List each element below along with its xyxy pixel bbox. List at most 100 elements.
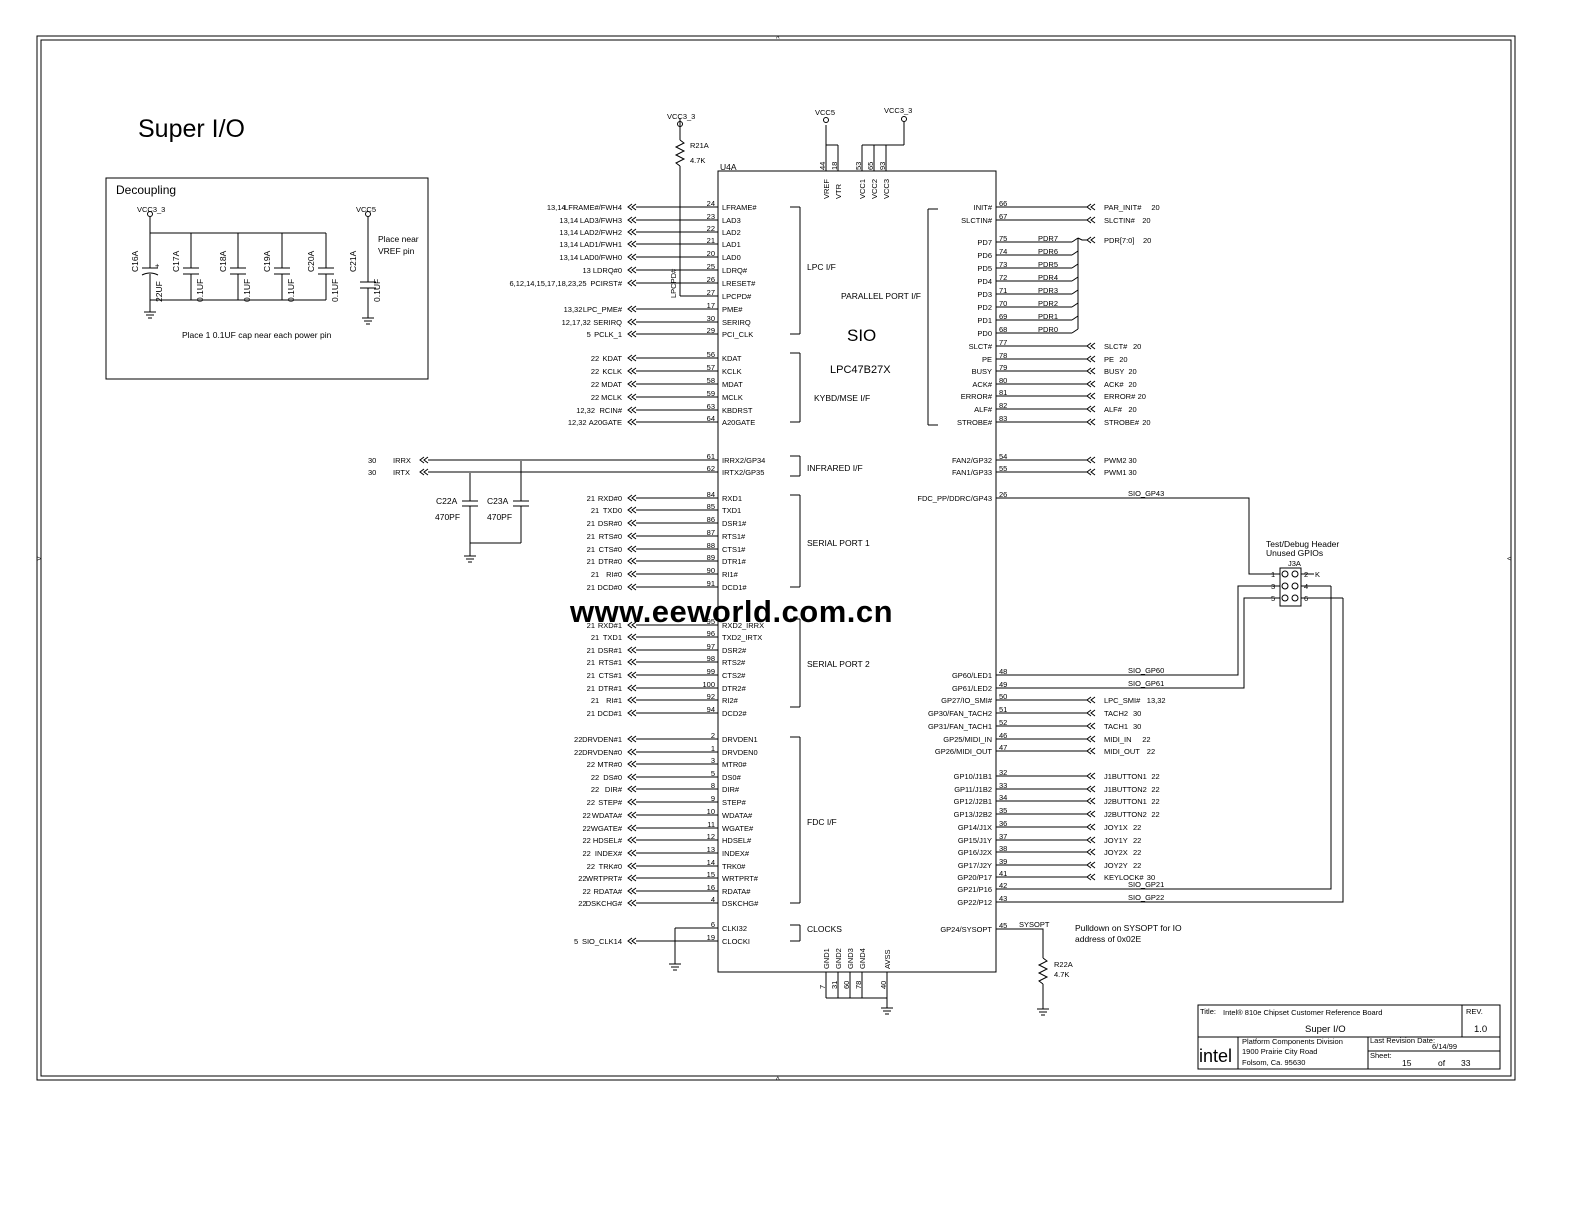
outer-border — [36, 35, 1516, 1081]
net-label: LAD2/FWH2 — [580, 228, 622, 237]
decoupling-note-near-1: Place near — [378, 234, 419, 244]
net-ref: 20 — [1119, 355, 1127, 364]
left-pin-row: RI2#92RI#121 — [591, 692, 739, 705]
top-rail-right: VCC3_3 — [884, 106, 912, 115]
right-pin-row: ERROR# 81 ERROR# 20 — [961, 388, 1146, 401]
right-pin-row: PD5 73 PDR5 — [977, 260, 1068, 273]
net-label: TACH2 — [1104, 709, 1128, 718]
left-pin-row: DSKCHG#4DSKCHG#22 — [578, 895, 759, 908]
pullup-value: 4.7K — [690, 156, 705, 165]
net-label: DSR#0 — [598, 519, 622, 528]
group-lpc: LPC I/F — [807, 262, 836, 272]
bottom-pin-number: 31 — [830, 981, 839, 989]
net-label: RDATA# — [594, 887, 623, 896]
net-ref: 22 — [1151, 797, 1159, 806]
net-label: HDSEL# — [593, 836, 623, 845]
header-pin — [1291, 570, 1299, 578]
decap-plus: + — [155, 261, 160, 270]
pin-name: DTR2# — [722, 684, 747, 693]
net-ref: 21 — [587, 658, 595, 667]
left-pin-row: DRVDEN12DRVDEN#122 — [574, 731, 758, 744]
decap-value: 0.1UF — [372, 279, 382, 302]
left-pin-row: RI1#90RI#021 — [591, 566, 739, 579]
tb-title: Intel® 810e Chipset Customer Reference B… — [1223, 1008, 1382, 1017]
right-pin-row: ACK# 80 ACK# 20 — [972, 376, 1136, 389]
net-ref: 20 — [1128, 367, 1136, 376]
net-label: PE — [1104, 355, 1114, 364]
pin-name: PME# — [722, 305, 743, 314]
bottom-pin-name: GND1 — [822, 948, 831, 969]
left-pin-row: LDRQ#25LDRQ#013 — [582, 262, 747, 275]
net-ref: 13,32 — [1147, 696, 1166, 705]
net-label: J1BUTTON2 — [1104, 785, 1147, 794]
net-ref: 22 — [587, 798, 595, 807]
net-ref: 22 — [1151, 810, 1159, 819]
pin-name: KCLK — [722, 367, 742, 376]
left-pin-row: DCD2#94DCD#121 — [587, 705, 748, 718]
net-label: WDATA# — [592, 811, 623, 820]
net-ref: 22 — [578, 874, 586, 883]
net-ref: 12,17,32 — [562, 318, 591, 327]
net-label: DS#0 — [603, 773, 622, 782]
border-marker-bottom: ^ — [776, 1075, 780, 1084]
pin-name: PD4 — [977, 277, 992, 286]
left-pin-row: SERIRQ30SERIRQ12,17,32 — [562, 314, 751, 327]
right-pin-row: PD6 74 PDR6 — [977, 247, 1068, 260]
right-pin-row: GP24/SYSOPT 45 SYSOPT — [940, 920, 1050, 934]
pin-name: MTR0# — [722, 760, 747, 769]
pin-name: DS0# — [722, 773, 742, 782]
left-pin-row: CLKI326 — [675, 920, 747, 933]
decap-ref: C16A — [130, 250, 140, 272]
left-pin-row: INDEX#13INDEX#22 — [582, 845, 749, 858]
intel-logo: intel — [1199, 1046, 1232, 1066]
left-pin-row: MDAT58MDAT22 — [591, 376, 743, 389]
top-pin: VREF 44 — [818, 145, 831, 199]
net-ref: 22 — [591, 393, 599, 402]
net-label: J2BUTTON1 — [1104, 797, 1147, 806]
bottom-pin: GND4 78 — [854, 948, 867, 998]
net-ref: 22 — [582, 824, 590, 833]
net-ref: 21 — [587, 684, 595, 693]
top-pin-name: VCC3 — [882, 179, 891, 199]
pin-name: ERROR# — [961, 392, 993, 401]
net-label: MIDI_OUT — [1104, 747, 1140, 756]
net-ref: 20 — [1151, 203, 1159, 212]
right-pin-row: GP30/FAN_TACH2 51 TACH2 30 — [928, 705, 1141, 718]
net-label: WGATE# — [591, 824, 623, 833]
net-ref: 22 — [574, 748, 582, 757]
left-pin-row: HDSEL#12HDSEL#22 — [582, 832, 752, 845]
net-label: LAD1/FWH1 — [580, 240, 622, 249]
net-ref: 22 — [1133, 823, 1141, 832]
net-label: TXD0 — [603, 506, 622, 515]
ir-cap-1-value: 470PF — [435, 512, 460, 522]
pin-name: LAD2 — [722, 228, 741, 237]
net-ref: 21 — [591, 633, 599, 642]
inner-border — [40, 39, 1512, 1077]
pin-name: TXD2_IRTX — [722, 633, 762, 642]
pin-name: DRVDEN0 — [722, 748, 758, 757]
group-kybd: KYBD/MSE I/F — [814, 393, 870, 403]
pin-name: LAD1 — [722, 240, 741, 249]
left-pin-row: MCLK59MCLK22 — [591, 389, 743, 402]
pin-name: CLKI32 — [722, 924, 747, 933]
group-fdc: FDC I/F — [807, 817, 837, 827]
pin-name: RI1# — [722, 570, 739, 579]
bottom-pin-name: AVSS — [883, 950, 892, 969]
right-pin-row: GP12/J2B1 34 J2BUTTON1 22 — [954, 793, 1160, 806]
pin-name: CTS1# — [722, 545, 746, 554]
net-label: SYSOPT — [1019, 920, 1050, 929]
pin-name: CLOCKI — [722, 937, 750, 946]
header-pin — [1291, 582, 1299, 590]
title-block: Title: Intel® 810e Chipset Customer Refe… — [1197, 1004, 1501, 1070]
pin-name: DIR# — [722, 785, 740, 794]
border-marker-top: ^ — [776, 34, 780, 43]
left-pin-row: CTS2#99CTS#121 — [587, 667, 747, 680]
tb-last-rev-label: Last Revision Date: — [1370, 1036, 1435, 1045]
left-pin-row: DRVDEN01DRVDEN#022 — [574, 744, 758, 757]
pin-name: IRRX2/GP34 — [722, 456, 765, 465]
decoupling-note-each: Place 1 0.1UF cap near each power pin — [182, 330, 332, 340]
net-ref: 22 — [582, 887, 590, 896]
left-pin-row: RXD184RXD#021 — [587, 490, 742, 503]
right-pin-row: ALF# 82 ALF# 20 — [974, 401, 1137, 414]
header-pin — [1281, 594, 1289, 602]
